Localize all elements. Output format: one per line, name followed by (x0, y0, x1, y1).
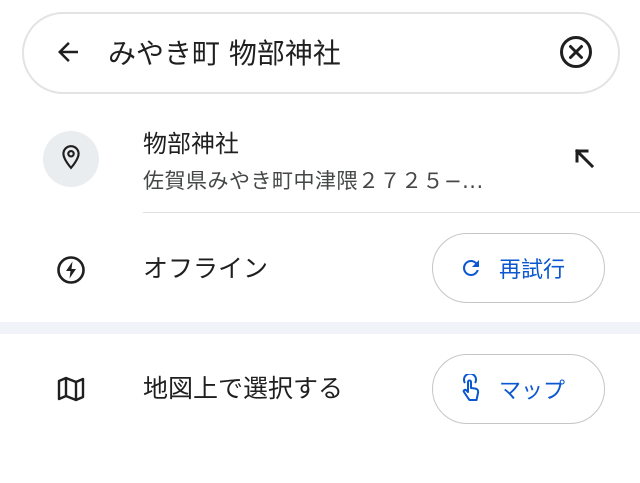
map-button-label: マップ (499, 379, 566, 404)
select-on-map-label[interactable]: 地図上で選択する (143, 372, 343, 406)
clear-button[interactable] (556, 34, 596, 74)
section-divider (0, 322, 640, 334)
back-button[interactable] (48, 34, 88, 74)
retry-label: 再試行 (499, 258, 566, 283)
clear-circle-icon (558, 34, 594, 74)
map-icon (53, 371, 89, 407)
touch-icon (457, 374, 485, 403)
retry-button[interactable]: 再試行 (432, 233, 605, 303)
place-icon-container (43, 131, 99, 187)
place-name: 物部神社 (143, 130, 239, 158)
search-input[interactable]: みやき町 物部神社 (108, 34, 341, 74)
offline-bolt-icon (53, 252, 89, 288)
arrow-north-west-icon (570, 144, 598, 176)
map-button[interactable]: マップ (432, 354, 605, 424)
search-bar[interactable]: みやき町 物部神社 (22, 12, 620, 94)
row-divider (143, 212, 640, 213)
fill-query-button[interactable] (568, 144, 600, 176)
place-address: 佐賀県みやき町中津隈２７２５−... (143, 169, 484, 193)
refresh-icon (457, 254, 485, 282)
arrow-back-icon (53, 37, 83, 71)
offline-label: オフライン (143, 254, 269, 283)
place-pin-icon (58, 144, 84, 174)
